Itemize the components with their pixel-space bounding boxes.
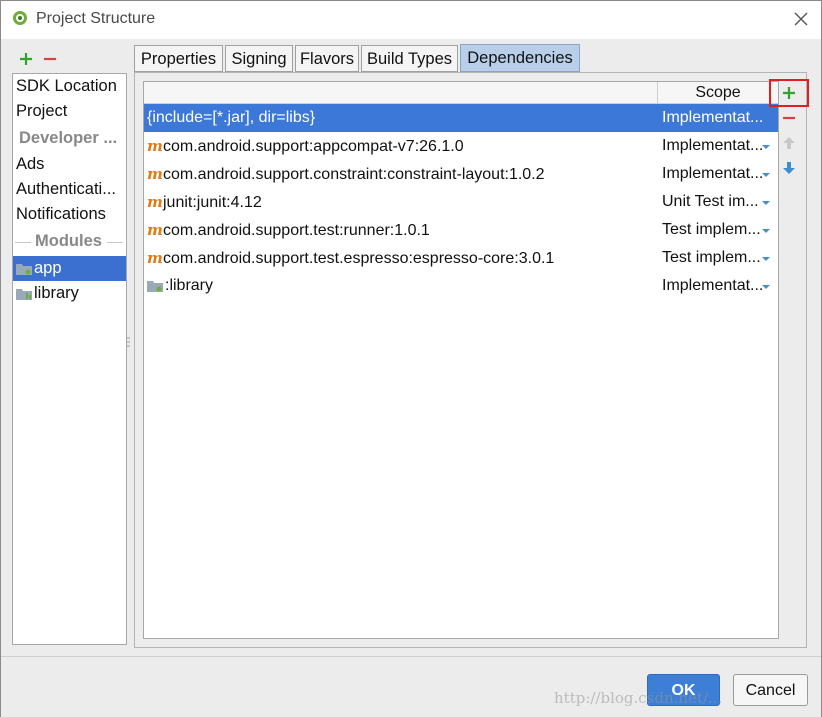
tab-signing[interactable]: Signing <box>225 45 293 72</box>
maven-icon: m <box>147 137 163 155</box>
tab-build-types[interactable]: Build Types <box>361 45 458 72</box>
sidebar-header-label: Developer ... <box>19 129 118 147</box>
android-studio-icon <box>13 11 27 25</box>
sidebar-item-label: Project <box>16 102 68 120</box>
dependency-name: com.android.support.test.espresso:espres… <box>163 250 555 267</box>
scope-value: Test implem... <box>662 249 761 266</box>
scope-column-header[interactable]: Scope <box>657 82 778 103</box>
dependency-cell: :library <box>147 272 213 300</box>
minus-icon[interactable] <box>780 109 798 127</box>
table-row[interactable]: :library Implementat... <box>144 272 778 300</box>
dropdown-arrow-icon[interactable] <box>762 257 770 261</box>
sidebar-item-sdk-location[interactable]: SDK Location <box>13 74 126 99</box>
tab-label: Signing <box>231 50 287 68</box>
sidebar-item-ads[interactable]: Ads <box>13 152 126 177</box>
sidebar: SDK Location Project Developer ... Ads A… <box>12 73 127 645</box>
sidebar-header-label: Modules <box>35 232 102 250</box>
table-row[interactable]: mcom.android.support:appcompat-v7:26.1.0… <box>144 132 778 160</box>
sidebar-item-app[interactable]: app <box>13 256 126 281</box>
table-row[interactable]: mcom.android.support.test.espresso:espre… <box>144 244 778 272</box>
maven-icon: m <box>147 165 163 183</box>
section-divider <box>15 242 31 243</box>
dialog-button-bar: OK Cancel <box>1 656 821 717</box>
scope-value: Unit Test im... <box>662 193 759 210</box>
dropdown-arrow-icon[interactable] <box>762 173 770 177</box>
arrow-down-icon[interactable] <box>780 159 798 177</box>
sidebar-header-developer: Developer ... <box>16 126 129 151</box>
table-row[interactable]: {include=[*.jar], dir=libs} Implementat.… <box>144 104 778 132</box>
dependency-name: com.android.support.constraint:constrain… <box>163 166 545 183</box>
dropdown-arrow-icon[interactable] <box>762 285 770 289</box>
dependency-name: :library <box>165 277 214 294</box>
scope-dropdown[interactable]: Test implem... <box>662 216 774 244</box>
scope-dropdown[interactable]: Unit Test im... <box>662 188 774 216</box>
sidebar-header-modules: Modules <box>32 229 112 254</box>
dropdown-arrow-icon[interactable] <box>762 229 770 233</box>
scope-dropdown[interactable]: Implementat... <box>662 272 774 300</box>
dependencies-panel: Scope {include=[*.jar], dir=libs} Implem… <box>134 72 807 648</box>
dropdown-arrow-icon[interactable] <box>762 145 770 149</box>
sidebar-item-project[interactable]: Project <box>13 99 126 124</box>
scope-value: Implementat... <box>662 277 764 294</box>
sidebar-item-notifications[interactable]: Notifications <box>13 202 126 227</box>
maven-icon: m <box>147 221 163 239</box>
dependency-cell: mcom.android.support.test.espresso:espre… <box>147 244 554 272</box>
maven-icon: m <box>147 249 163 267</box>
dependency-cell: mjunit:junit:4.12 <box>147 188 262 216</box>
table-row[interactable]: mjunit:junit:4.12 Unit Test im... <box>144 188 778 216</box>
maven-icon: m <box>147 193 163 211</box>
dependency-name: {include=[*.jar], dir=libs} <box>147 109 316 126</box>
minus-icon[interactable] <box>41 50 59 68</box>
library-module-icon <box>16 288 32 300</box>
sidebar-item-label: Ads <box>16 155 45 173</box>
section-divider <box>107 242 123 243</box>
window-title: Project Structure <box>36 10 156 27</box>
table-header: Scope <box>144 82 778 104</box>
arrow-up-icon[interactable] <box>780 134 798 152</box>
sidebar-item-authentication[interactable]: Authenticati... <box>13 177 126 202</box>
sidebar-item-label: app <box>34 259 62 277</box>
tab-properties[interactable]: Properties <box>134 45 223 72</box>
dependency-name: com.android.support:appcompat-v7:26.1.0 <box>163 138 464 155</box>
sidebar-item-library[interactable]: library <box>13 281 126 306</box>
tab-label: Properties <box>140 50 217 68</box>
table-row[interactable]: mcom.android.support.test:runner:1.0.1 T… <box>144 216 778 244</box>
tab-label: Dependencies <box>467 49 573 67</box>
dropdown-arrow-icon[interactable] <box>762 201 770 205</box>
cancel-button[interactable]: Cancel <box>733 674 808 706</box>
sidebar-item-label: library <box>34 284 79 302</box>
plus-icon[interactable] <box>17 50 35 68</box>
tab-label: Flavors <box>299 50 355 68</box>
tab-flavors[interactable]: Flavors <box>295 45 359 72</box>
dependency-cell: mcom.android.support:appcompat-v7:26.1.0 <box>147 132 464 160</box>
sidebar-item-label: Notifications <box>16 205 106 223</box>
sidebar-item-label: SDK Location <box>16 77 117 95</box>
close-icon[interactable] <box>791 9 811 29</box>
scope-dropdown[interactable]: Test implem... <box>662 244 774 272</box>
scope-dropdown[interactable]: Implementat... <box>662 160 774 188</box>
scope-dropdown[interactable]: Implementat... <box>662 104 774 132</box>
scope-dropdown[interactable]: Implementat... <box>662 132 774 160</box>
scope-value: Implementat... <box>662 137 764 154</box>
dependency-cell: mcom.android.support.constraint:constrai… <box>147 160 545 188</box>
dependencies-table: Scope {include=[*.jar], dir=libs} Implem… <box>143 81 779 639</box>
tab-label: Build Types <box>367 50 452 68</box>
table-row[interactable]: mcom.android.support.constraint:constrai… <box>144 160 778 188</box>
dependency-name: junit:junit:4.12 <box>163 194 262 211</box>
sidebar-item-label: Authenticati... <box>16 180 116 198</box>
tab-dependencies[interactable]: Dependencies <box>460 44 580 72</box>
dependency-name: com.android.support.test:runner:1.0.1 <box>163 222 430 239</box>
title-bar: Project Structure <box>1 1 821 39</box>
project-structure-window: Project Structure SDK Location Project D… <box>0 0 822 717</box>
splitter-handle[interactable] <box>126 336 130 350</box>
scope-value: Test implem... <box>662 221 761 238</box>
module-folder-icon <box>147 280 163 292</box>
scope-value: Implementat... <box>662 165 764 182</box>
plus-icon[interactable] <box>780 84 798 102</box>
module-folder-icon <box>16 263 32 275</box>
watermark: http://blog.csdn.net/... <box>554 689 723 707</box>
dependency-cell: mcom.android.support.test:runner:1.0.1 <box>147 216 430 244</box>
